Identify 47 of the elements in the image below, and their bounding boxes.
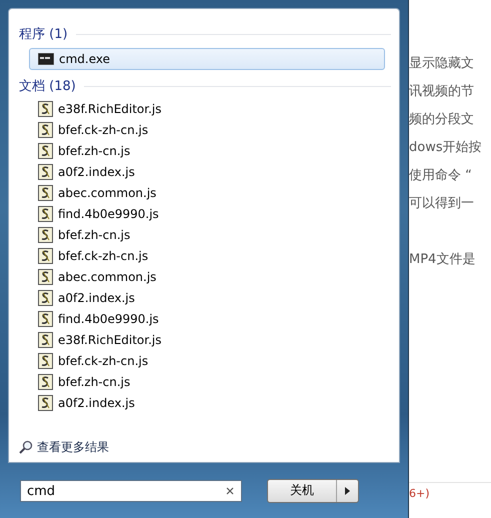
- result-item[interactable]: e38f.RichEditor.js: [29, 329, 391, 350]
- search-field[interactable]: cmd: [20, 480, 242, 502]
- page-text: 讯视频的节: [409, 83, 475, 101]
- result-item[interactable]: bfef.ck-zh-cn.js: [29, 350, 391, 371]
- result-item[interactable]: bfef.zh-cn.js: [29, 371, 391, 392]
- script-file-icon: [38, 332, 53, 348]
- script-file-icon: [38, 100, 53, 116]
- script-file-icon: [38, 268, 53, 284]
- result-item[interactable]: a0f2.index.js: [29, 287, 391, 308]
- result-item[interactable]: bfef.zh-cn.js: [29, 140, 391, 161]
- result-item[interactable]: bfef.ck-zh-cn.js: [29, 245, 391, 266]
- script-file-icon: [38, 352, 53, 368]
- search-icon: [19, 440, 33, 454]
- script-file-icon: [38, 374, 53, 390]
- result-item[interactable]: e38f.RichEditor.js: [29, 98, 391, 119]
- script-file-icon: [38, 226, 53, 242]
- page-text: 使用命令 “: [409, 167, 473, 185]
- result-item[interactable]: cmd.exe: [29, 48, 385, 70]
- result-item[interactable]: abec.common.js: [29, 266, 391, 287]
- page-text: MP4文件是: [409, 251, 476, 269]
- page-text: 6+): [409, 482, 491, 500]
- result-item[interactable]: a0f2.index.js: [29, 161, 391, 182]
- script-file-icon: [38, 310, 53, 326]
- script-file-icon: [38, 394, 53, 410]
- script-file-icon: [38, 142, 53, 158]
- script-file-icon: [38, 164, 53, 180]
- result-item[interactable]: find.4b0e9990.js: [29, 203, 391, 224]
- script-file-icon: [38, 290, 53, 306]
- group-header: 程序 (1): [19, 26, 68, 43]
- result-item[interactable]: find.4b0e9990.js: [29, 308, 391, 329]
- result-item[interactable]: bfef.zh-cn.js: [29, 224, 391, 245]
- clear-icon[interactable]: [226, 486, 234, 494]
- page-text: dows开始按: [409, 139, 483, 157]
- result-item[interactable]: bfef.ck-zh-cn.js: [29, 119, 391, 140]
- page-text: 可以得到一: [409, 195, 475, 213]
- script-file-icon: [38, 206, 53, 222]
- more-results-link[interactable]: 查看更多结果: [19, 437, 391, 457]
- caret-icon: [345, 486, 350, 494]
- console-icon: [38, 53, 54, 65]
- group-header: 文档 (18): [19, 78, 76, 95]
- page-text: 显示隐藏文: [409, 55, 475, 73]
- result-item[interactable]: a0f2.index.js: [29, 392, 391, 413]
- page-text: 频的分段文: [409, 111, 475, 129]
- result-item[interactable]: abec.common.js: [29, 182, 391, 203]
- script-file-icon: [38, 184, 53, 200]
- script-file-icon: [38, 248, 53, 264]
- script-file-icon: [38, 122, 53, 138]
